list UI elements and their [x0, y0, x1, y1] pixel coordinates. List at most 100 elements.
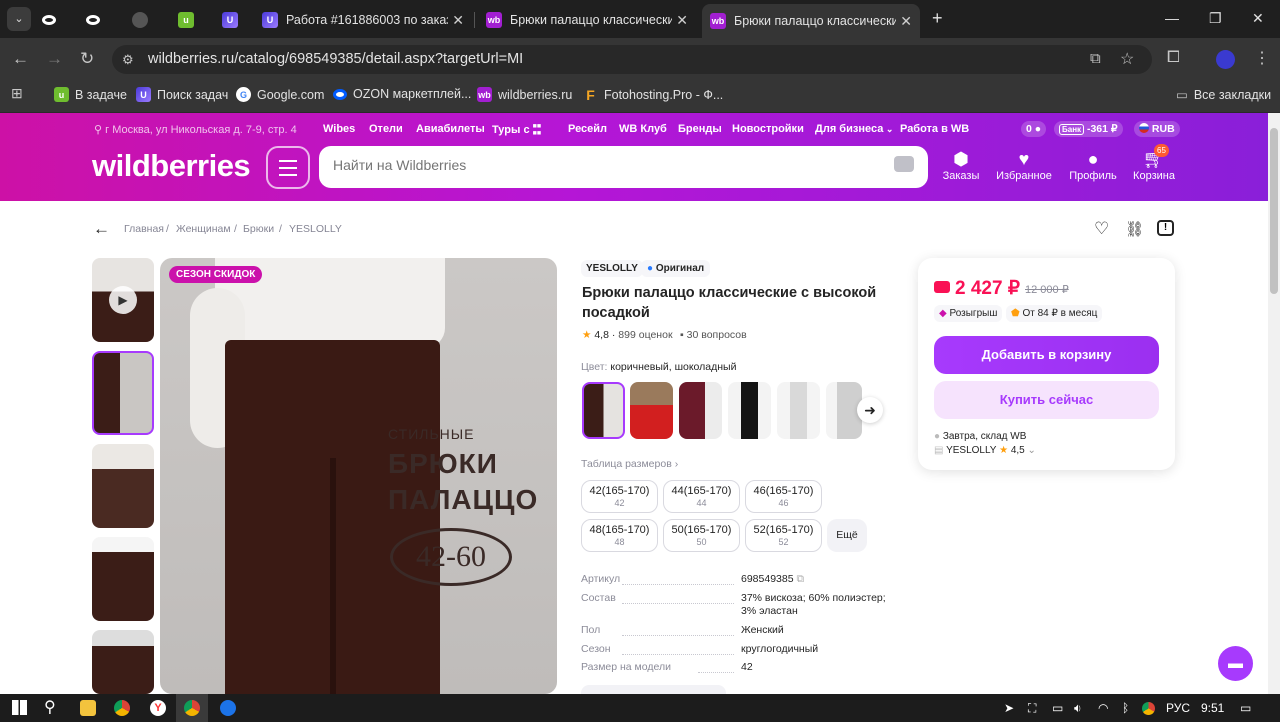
- currency-selector[interactable]: RUB: [1134, 121, 1180, 137]
- url-text[interactable]: wildberries.ru/catalog/698549385/detail.…: [148, 51, 523, 67]
- more-sizes-button[interactable]: Ещё: [827, 519, 867, 552]
- forward-arrow-icon[interactable]: →: [46, 49, 63, 69]
- seller-row[interactable]: ▤ YESLOLLY ★ 4,5 ⌄: [934, 445, 1036, 456]
- size-table-link[interactable]: Таблица размеров ›: [581, 458, 678, 470]
- report-icon[interactable]: !: [1157, 220, 1174, 236]
- search-input[interactable]: [333, 157, 853, 173]
- new-tab-button[interactable]: +: [932, 8, 943, 29]
- thumbnail-image[interactable]: [92, 630, 154, 694]
- breadcrumb-item[interactable]: Главная: [124, 223, 164, 235]
- brand-chip[interactable]: YESLOLLY: [581, 260, 643, 277]
- size-option[interactable]: 46(165-170) 46: [745, 480, 822, 513]
- bookmark-item[interactable]: F Fotohosting.Pro - Ф...: [583, 87, 723, 103]
- header-link-wb-club[interactable]: WB Клуб: [619, 123, 667, 135]
- windows-start-icon[interactable]: [12, 700, 27, 715]
- heart-icon[interactable]: ♡: [1094, 219, 1109, 239]
- tab-6[interactable]: U Работа #161886003 по заказу ✕: [262, 6, 472, 34]
- maximize-button[interactable]: ❐: [1209, 10, 1222, 27]
- scrollbar-thumb[interactable]: [1270, 128, 1278, 294]
- header-link-brands[interactable]: Бренды: [678, 123, 722, 135]
- header-link-tours[interactable]: Туры с ■■ ■■: [492, 123, 541, 137]
- camera-icon[interactable]: [894, 156, 914, 172]
- raffle-chip[interactable]: ◆ Розыгрыш: [934, 305, 1003, 322]
- language-indicator[interactable]: РУС: [1166, 701, 1190, 715]
- volume-icon[interactable]: 🔉︎: [1074, 701, 1082, 716]
- file-explorer-icon[interactable]: [80, 700, 96, 716]
- color-option[interactable]: [679, 382, 722, 439]
- balance-pill[interactable]: 0 ●: [1021, 121, 1047, 137]
- install-app-icon[interactable]: ⧉: [1090, 50, 1101, 67]
- close-window-button[interactable]: ✕: [1252, 10, 1264, 27]
- close-icon[interactable]: ✕: [448, 11, 464, 29]
- spec-article-value[interactable]: 698549385 ⧉: [741, 573, 804, 586]
- header-link-resale[interactable]: Ресейл: [568, 123, 607, 135]
- network-icon[interactable]: ◠: [1098, 701, 1108, 715]
- bluetooth-icon[interactable]: ᛒ: [1122, 701, 1129, 715]
- catalog-menu-button[interactable]: [266, 146, 310, 189]
- back-arrow-icon[interactable]: ←: [12, 49, 29, 69]
- app-icon[interactable]: [220, 700, 236, 716]
- chat-support-button[interactable]: ▬: [1218, 646, 1253, 681]
- size-option[interactable]: 42(165-170) 42: [581, 480, 658, 513]
- all-bookmarks[interactable]: ▭ Все закладки: [1176, 87, 1271, 103]
- profile-avatar[interactable]: [1216, 50, 1235, 69]
- tab-3[interactable]: [132, 6, 168, 34]
- chrome-icon[interactable]: [184, 700, 200, 716]
- breadcrumb-item[interactable]: Брюки: [243, 223, 274, 235]
- close-icon[interactable]: ✕: [896, 12, 912, 30]
- copy-icon[interactable]: ⧉: [796, 573, 804, 585]
- wb-logo[interactable]: wildberries: [92, 148, 251, 184]
- search-icon[interactable]: ⚲: [44, 697, 56, 717]
- site-info-icon[interactable]: ⚙: [122, 52, 134, 68]
- breadcrumb-item[interactable]: Женщинам: [176, 223, 231, 235]
- apps-grid-icon[interactable]: ⊞: [11, 85, 23, 102]
- color-next-button[interactable]: ➜: [857, 397, 883, 423]
- header-link-new-buildings[interactable]: Новостройки: [732, 123, 804, 135]
- notifications-icon[interactable]: ▭: [1240, 701, 1251, 715]
- bookmark-item[interactable]: G Google.com: [236, 87, 324, 102]
- location-link[interactable]: ⚲ г Москва, ул Никольская д. 7-9, стр. 4: [94, 123, 297, 136]
- chrome-tray-icon[interactable]: [1142, 702, 1155, 715]
- size-option[interactable]: 44(165-170) 44: [663, 480, 740, 513]
- product-main-image[interactable]: СЕЗОН СКИДОК СТИЛЬНЫЕ БРЮКИ ПАЛАЦЦО 42-6…: [160, 258, 557, 694]
- header-link-jobs[interactable]: Работа в WB: [900, 123, 969, 135]
- size-option[interactable]: 50(165-170) 50: [663, 519, 740, 552]
- menu-icon[interactable]: ⋮: [1254, 48, 1270, 68]
- buy-now-button[interactable]: Купить сейчас: [934, 381, 1159, 419]
- profile-button[interactable]: ● Профиль: [1063, 148, 1123, 182]
- tab-5[interactable]: U: [222, 6, 258, 34]
- size-option[interactable]: 52(165-170) 52: [745, 519, 822, 552]
- thumbnail-image[interactable]: [92, 444, 154, 528]
- tab-active[interactable]: wb Брюки палаццо классические ✕: [702, 4, 920, 38]
- color-option[interactable]: [728, 382, 771, 439]
- bookmark-item[interactable]: U Поиск задач: [136, 87, 228, 102]
- share-link-icon[interactable]: ⛓: [1125, 220, 1144, 238]
- add-to-cart-button[interactable]: Добавить в корзину: [934, 336, 1159, 374]
- header-link-wibes[interactable]: Wibes: [323, 123, 355, 135]
- tab-1[interactable]: [42, 6, 78, 34]
- breadcrumb-item[interactable]: YESLOLLY: [289, 223, 342, 235]
- tab-search-button[interactable]: ⌄: [7, 7, 31, 31]
- battery-icon[interactable]: ▭: [1052, 701, 1063, 715]
- reload-icon[interactable]: ↻: [80, 49, 94, 69]
- bank-pill[interactable]: Банк -361 ₽: [1054, 121, 1123, 137]
- color-option[interactable]: [630, 382, 673, 439]
- rating-row[interactable]: ★ 4,8 · 899 оценок: [582, 329, 673, 341]
- close-icon[interactable]: ✕: [672, 11, 688, 29]
- clock[interactable]: 9:51: [1201, 701, 1224, 715]
- bookmark-star-icon[interactable]: ☆: [1120, 49, 1134, 69]
- bookmark-item[interactable]: OZON маркетплей...: [333, 87, 471, 101]
- chrome-icon[interactable]: [114, 700, 130, 716]
- telegram-icon[interactable]: ➤: [1004, 701, 1014, 715]
- bookmark-item[interactable]: u В задаче: [54, 87, 127, 102]
- minimize-button[interactable]: —: [1165, 10, 1179, 26]
- yandex-browser-icon[interactable]: Y: [150, 700, 166, 716]
- extensions-icon[interactable]: ⧠: [1167, 49, 1180, 67]
- back-arrow-icon[interactable]: ←: [93, 219, 110, 239]
- installment-chip[interactable]: ⬟ От 84 ₽ в месяц: [1006, 305, 1103, 322]
- size-option[interactable]: 48(165-170) 48: [581, 519, 658, 552]
- header-link-hotels[interactable]: Отели: [369, 123, 403, 135]
- questions-link[interactable]: ▪ 30 вопросов: [680, 329, 747, 341]
- header-link-business[interactable]: Для бизнеса ⌄: [815, 123, 893, 135]
- bookmark-item[interactable]: wb wildberries.ru: [477, 87, 572, 102]
